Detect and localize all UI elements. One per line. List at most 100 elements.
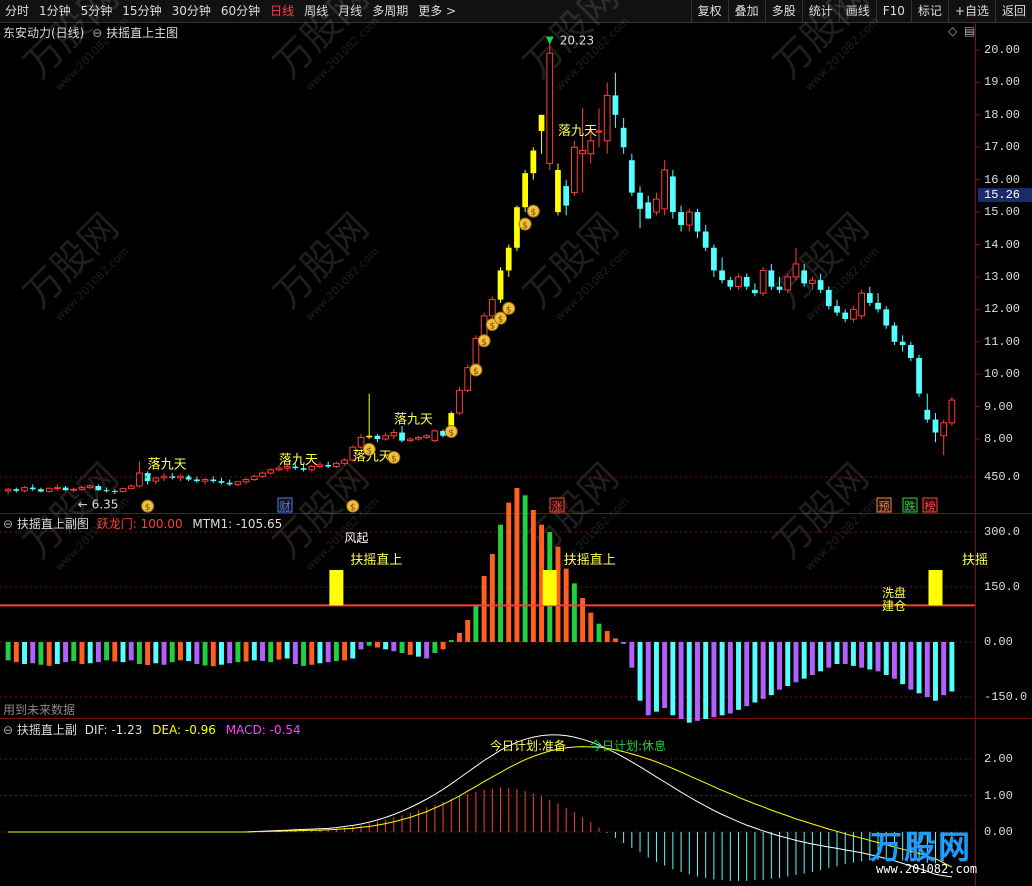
- mtm-bar: [87, 642, 93, 664]
- mtm-bar: [333, 642, 339, 662]
- candle-body: [399, 432, 405, 441]
- candle-body: [612, 95, 619, 115]
- candle-body: [505, 247, 512, 271]
- mtm-bar: [350, 642, 356, 659]
- low-price-label: ← 6.35: [78, 497, 119, 511]
- candle-body: [415, 436, 422, 440]
- mtm-bar: [867, 642, 873, 670]
- plan-rest-label: 今日计划:休息: [590, 738, 666, 753]
- sub1-axis-label: 0.00: [984, 635, 1013, 649]
- mtm-bar: [79, 642, 85, 664]
- candle-body: [752, 289, 758, 294]
- candle-body: [768, 270, 775, 287]
- mtm-bar: [104, 642, 110, 661]
- money-bag-symbol: $: [506, 305, 512, 315]
- mtm-bar: [916, 642, 922, 694]
- candle-body: [538, 114, 545, 132]
- candle-body: [210, 479, 217, 482]
- mtm-bar: [465, 620, 471, 642]
- money-bag-icon: $: [477, 334, 491, 348]
- candle-body: [571, 146, 578, 194]
- chevron-down-icon[interactable]: ⊖: [3, 517, 13, 531]
- sub2-title[interactable]: 扶摇直上副: [17, 723, 77, 737]
- mtm-bar: [407, 642, 413, 655]
- mtm-bar: [202, 642, 208, 666]
- mtm-bar: [95, 642, 101, 663]
- candle-body: [423, 435, 431, 438]
- price-axis-label: 14.00: [984, 237, 1021, 252]
- mtm-bar: [301, 642, 307, 666]
- mtm-bar: [194, 642, 200, 664]
- candle-body: [390, 432, 398, 437]
- price-axis-label: 13.00: [984, 269, 1021, 284]
- candle-body: [374, 435, 381, 439]
- mtm-bar: [153, 642, 159, 664]
- mtm-bar: [588, 612, 594, 642]
- mtm-bar: [366, 642, 372, 646]
- mtm-bar: [489, 554, 495, 642]
- mtm-bar: [883, 642, 889, 675]
- mtm-bar: [448, 640, 454, 642]
- candle-body: [817, 280, 824, 290]
- chevron-down-icon[interactable]: ⊖: [3, 723, 13, 737]
- mtm-bar: [530, 510, 536, 642]
- dif-line: [8, 734, 952, 878]
- mtm-bar: [834, 642, 840, 664]
- candle-body: [719, 270, 725, 281]
- event-marker-label: 榜: [925, 499, 936, 513]
- money-bag-symbol: $: [145, 503, 151, 513]
- candle-body: [759, 269, 767, 294]
- mtm-bar: [686, 642, 692, 723]
- mtm-bar: [891, 642, 897, 679]
- money-bag-icon: $: [141, 499, 155, 513]
- luojiutian-label: 落九天: [279, 453, 318, 468]
- sub1-header: ⊖ 扶摇直上副图 跃龙门: 100.00 MTM1: -105.65: [3, 515, 282, 532]
- price-axis-label: 11.00: [984, 334, 1021, 349]
- mtm-bar: [777, 642, 783, 690]
- candle-body: [95, 486, 102, 491]
- sub1-label-1: 跃龙门: 100.00: [96, 517, 183, 531]
- mtm-bar: [645, 642, 651, 716]
- money-bag-symbol: $: [366, 446, 372, 456]
- fuyaozhishang-label: 扶摇直上: [350, 553, 402, 568]
- mtm-bar: [210, 642, 216, 667]
- candle-body: [53, 487, 61, 490]
- money-bag-icon: $: [444, 425, 458, 439]
- mtm-bar: [260, 642, 265, 662]
- candle-body: [242, 479, 250, 483]
- mtm-bar: [859, 642, 865, 668]
- mtm-bar: [112, 642, 118, 662]
- mtm-bar: [227, 642, 233, 664]
- money-bag-symbol: $: [350, 503, 356, 513]
- mtm-bar: [383, 642, 389, 650]
- watermark-tile: 万股网www.201082.com: [15, 205, 131, 324]
- candle-body: [603, 94, 611, 142]
- candle-body: [809, 279, 816, 284]
- candle-body: [891, 325, 898, 342]
- mtm-bar: [621, 642, 627, 644]
- mtm-bar: [186, 642, 192, 662]
- chart-canvas[interactable]: 万股网www.201082.com 万股网www.201082.com 万股网www…: [0, 0, 1032, 886]
- mtm-bar: [276, 642, 282, 660]
- mtm-bar: [514, 488, 520, 642]
- mtm-bar: [785, 642, 791, 686]
- candle-body: [620, 127, 627, 148]
- watermark-tile: 万股网www.201082.com: [15, 0, 131, 93]
- candle-body: [858, 292, 865, 317]
- mtm-bar: [342, 642, 348, 661]
- fengqi-label: 风起: [344, 531, 368, 545]
- candle-body: [300, 468, 307, 470]
- sub1-title[interactable]: 扶摇直上副图: [17, 517, 89, 531]
- watermark-layer: 万股网www.201082.com 万股网www.201082.com 万股网www…: [15, 0, 881, 573]
- mtm-bar: [752, 642, 758, 703]
- mtm-bar: [169, 642, 175, 663]
- mtm-bar: [268, 642, 274, 663]
- fuyao-label: 扶摇: [962, 553, 988, 568]
- mtm-bar: [703, 642, 709, 719]
- jiancang-label: 建仓: [882, 599, 906, 613]
- mtm-bar: [5, 642, 11, 661]
- candle-body: [530, 150, 537, 174]
- mtm-bar: [251, 642, 257, 661]
- price-axis-label: 18.00: [984, 107, 1021, 122]
- mtm-bar: [374, 642, 380, 648]
